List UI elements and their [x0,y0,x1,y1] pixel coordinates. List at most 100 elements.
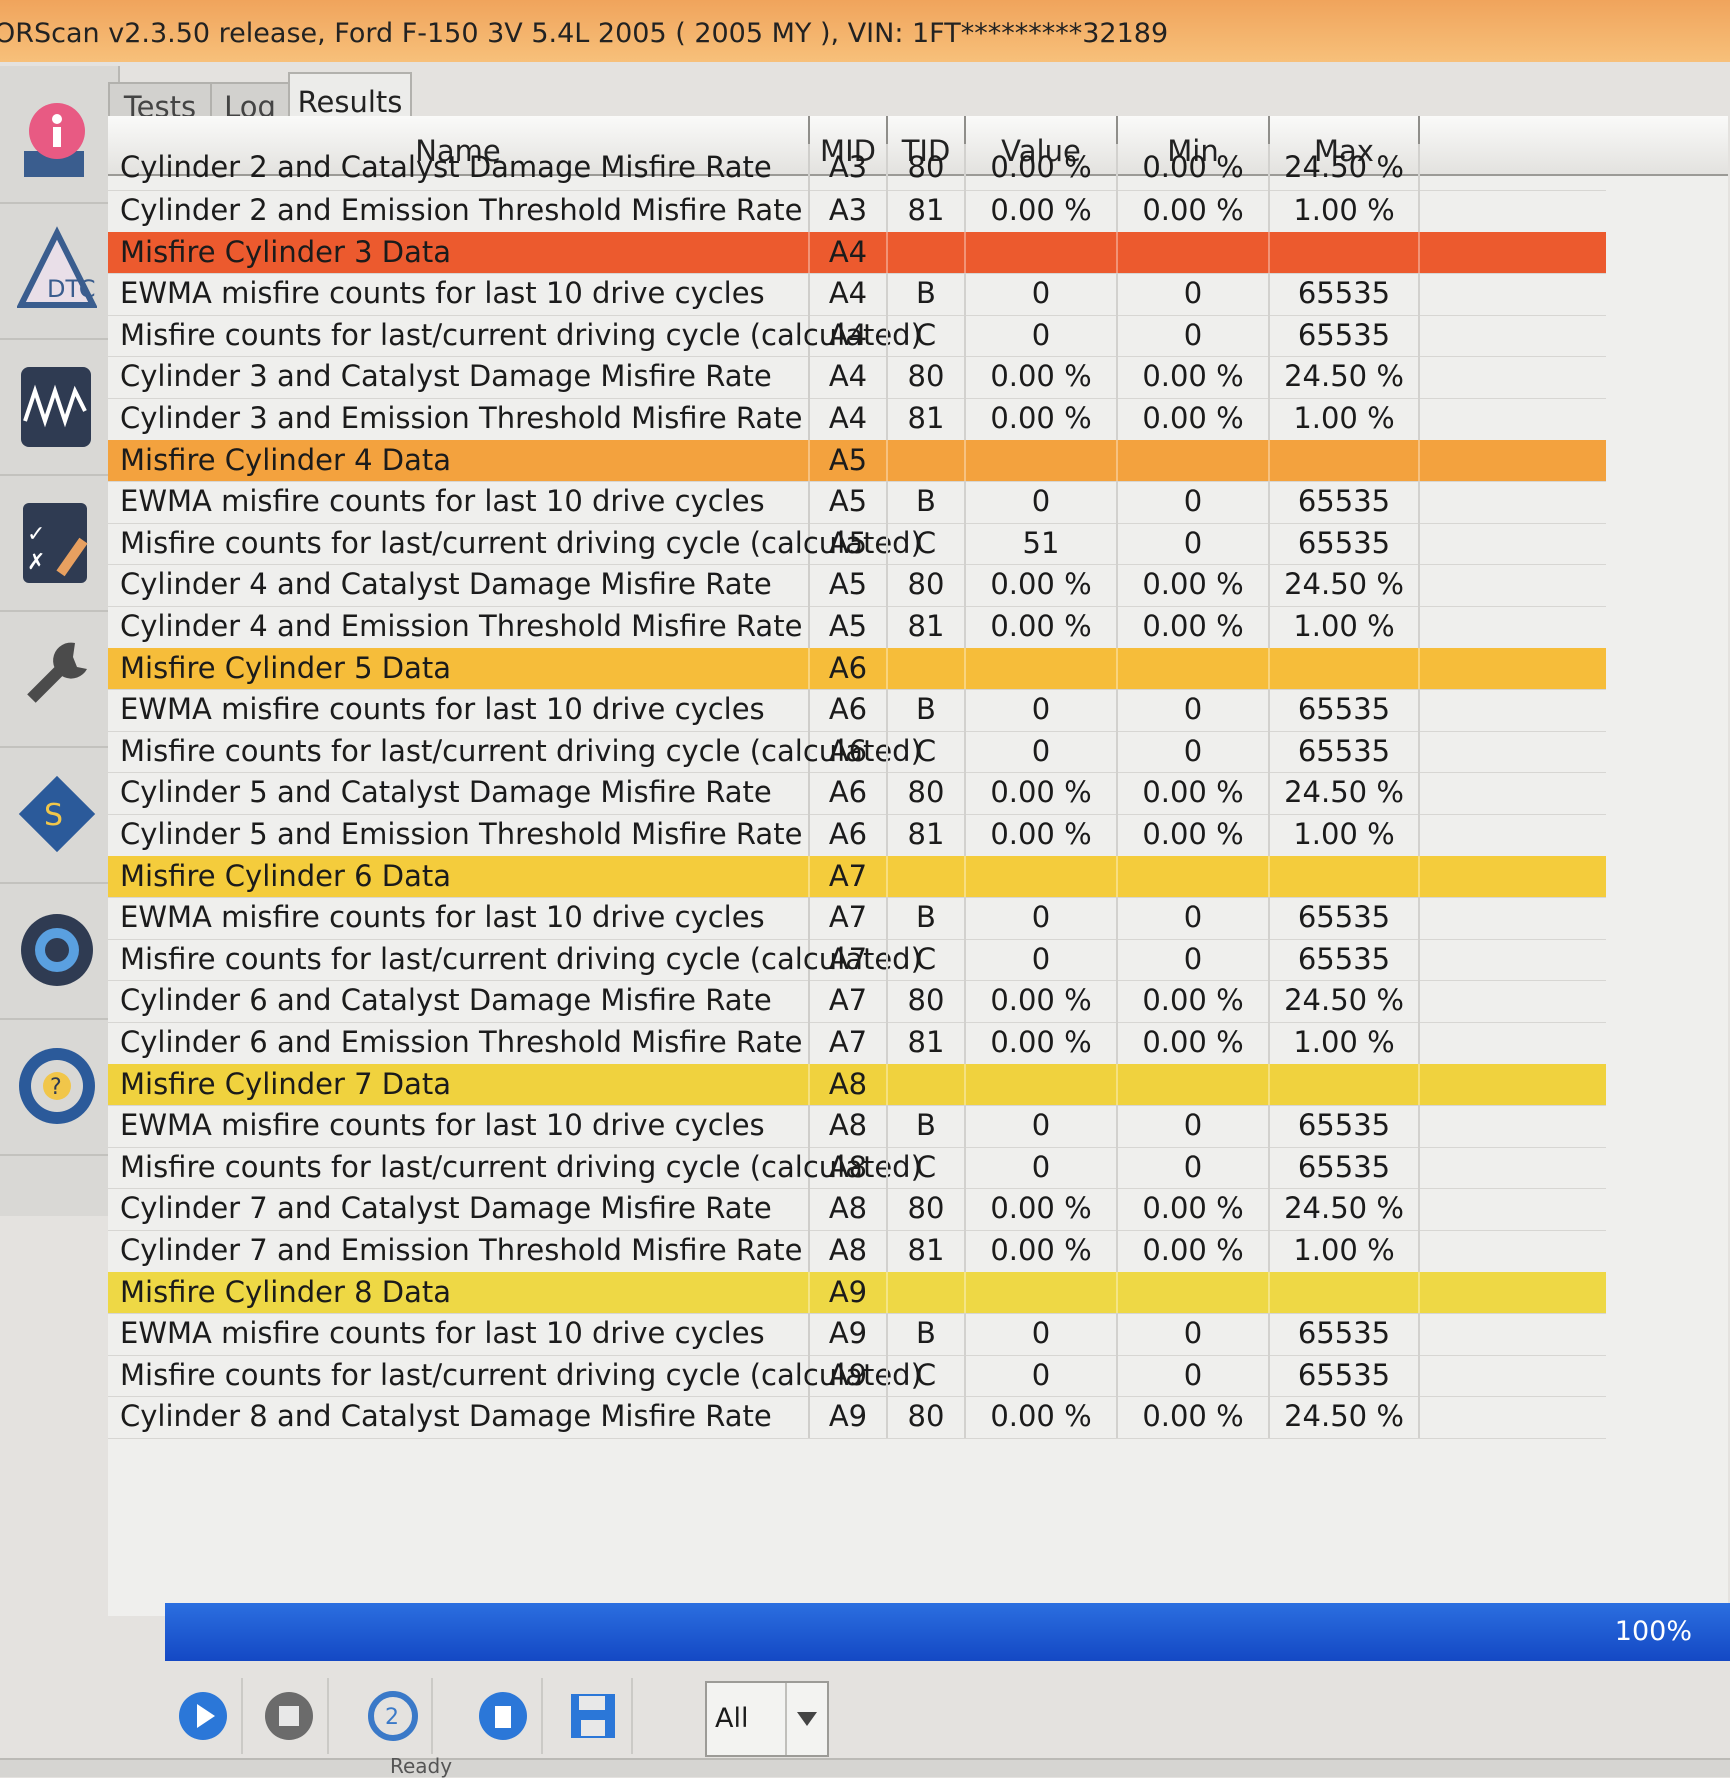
svg-text:?: ? [50,1075,62,1100]
cell-value: 0 [966,1105,1118,1147]
cell-max: 65535 [1270,897,1420,939]
table-row[interactable]: Cylinder 3 and Catalyst Damage Misfire R… [108,356,1606,399]
table-row[interactable]: EWMA misfire counts for last 10 drive cy… [108,273,1606,316]
filter-dropdown[interactable]: All [705,1681,829,1757]
cell-name: Cylinder 7 and Catalyst Damage Misfire R… [108,1188,810,1230]
stop-button[interactable] [251,1678,329,1754]
module-chip-icon: S [18,775,96,853]
settings-gear-icon [21,914,93,986]
help-button[interactable]: ? [0,1018,114,1156]
cell-max: 65535 [1270,273,1420,315]
cell-min: 0.00 % [1118,190,1270,232]
cell-mid: A6 [810,730,888,773]
table-row[interactable]: Misfire counts for last/current driving … [108,522,1606,566]
table-row[interactable]: EWMA misfire counts for last 10 drive cy… [108,689,1606,732]
table-row[interactable]: Misfire counts for last/current driving … [108,1354,1606,1398]
cell-max: 1.00 % [1270,398,1420,440]
table-row[interactable]: Cylinder 7 and Catalyst Damage Misfire R… [108,1188,1606,1231]
cell-value: 0.00 % [966,564,1118,606]
table-row[interactable]: Misfire counts for last/current driving … [108,938,1606,982]
oscilloscope-button[interactable] [0,338,114,476]
group-header-row[interactable]: Misfire Cylinder 5 Data A6 [108,647,1606,691]
dtc-button[interactable]: DTC [0,202,114,340]
group-header-row[interactable]: Misfire Cylinder 4 Data A5 [108,439,1606,483]
cell-name: Misfire Cylinder 3 Data [108,231,810,274]
cell-min: 0.00 % [1118,606,1270,648]
table-row[interactable]: Cylinder 5 and Emission Threshold Misfir… [108,814,1606,857]
group-header-row[interactable]: Misfire Cylinder 7 Data A8 [108,1063,1606,1107]
cell-tid: 80 [888,1396,966,1438]
group-header-row[interactable]: Misfire Cylinder 6 Data A7 [108,855,1606,899]
cell-max: 65535 [1270,1146,1420,1189]
cell-max: 1.00 % [1270,606,1420,648]
cell-max [1270,1063,1420,1106]
checklist-icon: ✓ ✗ [23,503,88,583]
cell-name: Cylinder 7 and Emission Threshold Misfir… [108,1230,810,1272]
cell-name: Cylinder 4 and Catalyst Damage Misfire R… [108,564,810,606]
cell-tid [888,439,966,482]
table-row[interactable]: Misfire counts for last/current driving … [108,730,1606,774]
service-button[interactable] [0,610,114,748]
cell-max: 24.50 % [1270,564,1420,606]
cell-min: 0 [1118,314,1270,357]
table-row[interactable]: Misfire counts for last/current driving … [108,1146,1606,1190]
table-row[interactable]: Cylinder 7 and Emission Threshold Misfir… [108,1230,1606,1273]
group-header-row[interactable]: Misfire Cylinder 3 Data A4 [108,231,1606,275]
cell-mid: A6 [810,772,888,814]
cell-value: 0.00 % [966,606,1118,648]
cell-name: Cylinder 5 and Emission Threshold Misfir… [108,814,810,856]
cell-tid: 80 [888,564,966,606]
settings-button[interactable] [0,882,114,1020]
cell-min: 0 [1118,1354,1270,1397]
results-table: Name MID TID Value Min Max Cylinder 2 an… [108,116,1728,1616]
cell-max: 65535 [1270,1105,1420,1147]
table-row[interactable]: Cylinder 6 and Emission Threshold Misfir… [108,1022,1606,1065]
start-button[interactable] [165,1678,243,1754]
cell-max: 65535 [1270,689,1420,731]
module-button[interactable]: S [0,746,114,884]
chevron-down-icon[interactable] [785,1683,827,1755]
save-button[interactable] [555,1678,633,1754]
cell-min: 0 [1118,522,1270,565]
table-row[interactable]: Cylinder 3 and Emission Threshold Misfir… [108,398,1606,441]
table-row[interactable]: Misfire counts for last/current driving … [108,314,1606,358]
table-row[interactable]: Cylinder 4 and Catalyst Damage Misfire R… [108,564,1606,607]
cell-value: 0.00 % [966,1188,1118,1230]
table-row[interactable]: Cylinder 2 and Emission Threshold Misfir… [108,190,1606,233]
cell-tid: B [888,689,966,731]
cell-max: 65535 [1270,1313,1420,1355]
cell-value [966,1063,1118,1106]
table-row[interactable]: Cylinder 2 and Catalyst Damage Misfire R… [108,144,1606,191]
table-row[interactable]: Cylinder 4 and Emission Threshold Misfir… [108,606,1606,649]
cell-tid: B [888,481,966,523]
table-row[interactable]: Cylinder 6 and Catalyst Damage Misfire R… [108,980,1606,1023]
svg-text:DTC: DTC [47,275,96,303]
table-row[interactable]: Cylinder 5 and Catalyst Damage Misfire R… [108,772,1606,815]
cell-value: 0 [966,1354,1118,1397]
table-row[interactable]: EWMA misfire counts for last 10 drive cy… [108,1105,1606,1148]
cell-mid: A8 [810,1105,888,1147]
delete-button[interactable] [465,1678,543,1754]
checklist-button[interactable]: ✓ ✗ [0,474,114,612]
cell-tid: 81 [888,398,966,440]
cell-max: 65535 [1270,730,1420,773]
cell-tid: C [888,314,966,357]
table-row[interactable]: EWMA misfire counts for last 10 drive cy… [108,1313,1606,1356]
cell-min: 0.00 % [1118,356,1270,398]
cell-tid [888,231,966,274]
progress-label: 100% [1614,1616,1692,1647]
table-row[interactable]: EWMA misfire counts for last 10 drive cy… [108,481,1606,524]
info-button[interactable] [0,66,114,204]
group-header-row[interactable]: Misfire Cylinder 8 Data A9 [108,1271,1606,1315]
cell-min [1118,647,1270,690]
cell-min: 0 [1118,273,1270,315]
cell-name: Misfire Cylinder 7 Data [108,1063,810,1106]
table-row[interactable]: Cylinder 8 and Catalyst Damage Misfire R… [108,1396,1606,1439]
cell-mid: A3 [810,190,888,232]
cell-tid: C [888,730,966,773]
help-icon: ? [19,1048,95,1124]
reset-button[interactable]: 2 [355,1678,433,1754]
cell-value: 0.00 % [966,356,1118,398]
table-row[interactable]: EWMA misfire counts for last 10 drive cy… [108,897,1606,940]
cell-tid [888,647,966,690]
